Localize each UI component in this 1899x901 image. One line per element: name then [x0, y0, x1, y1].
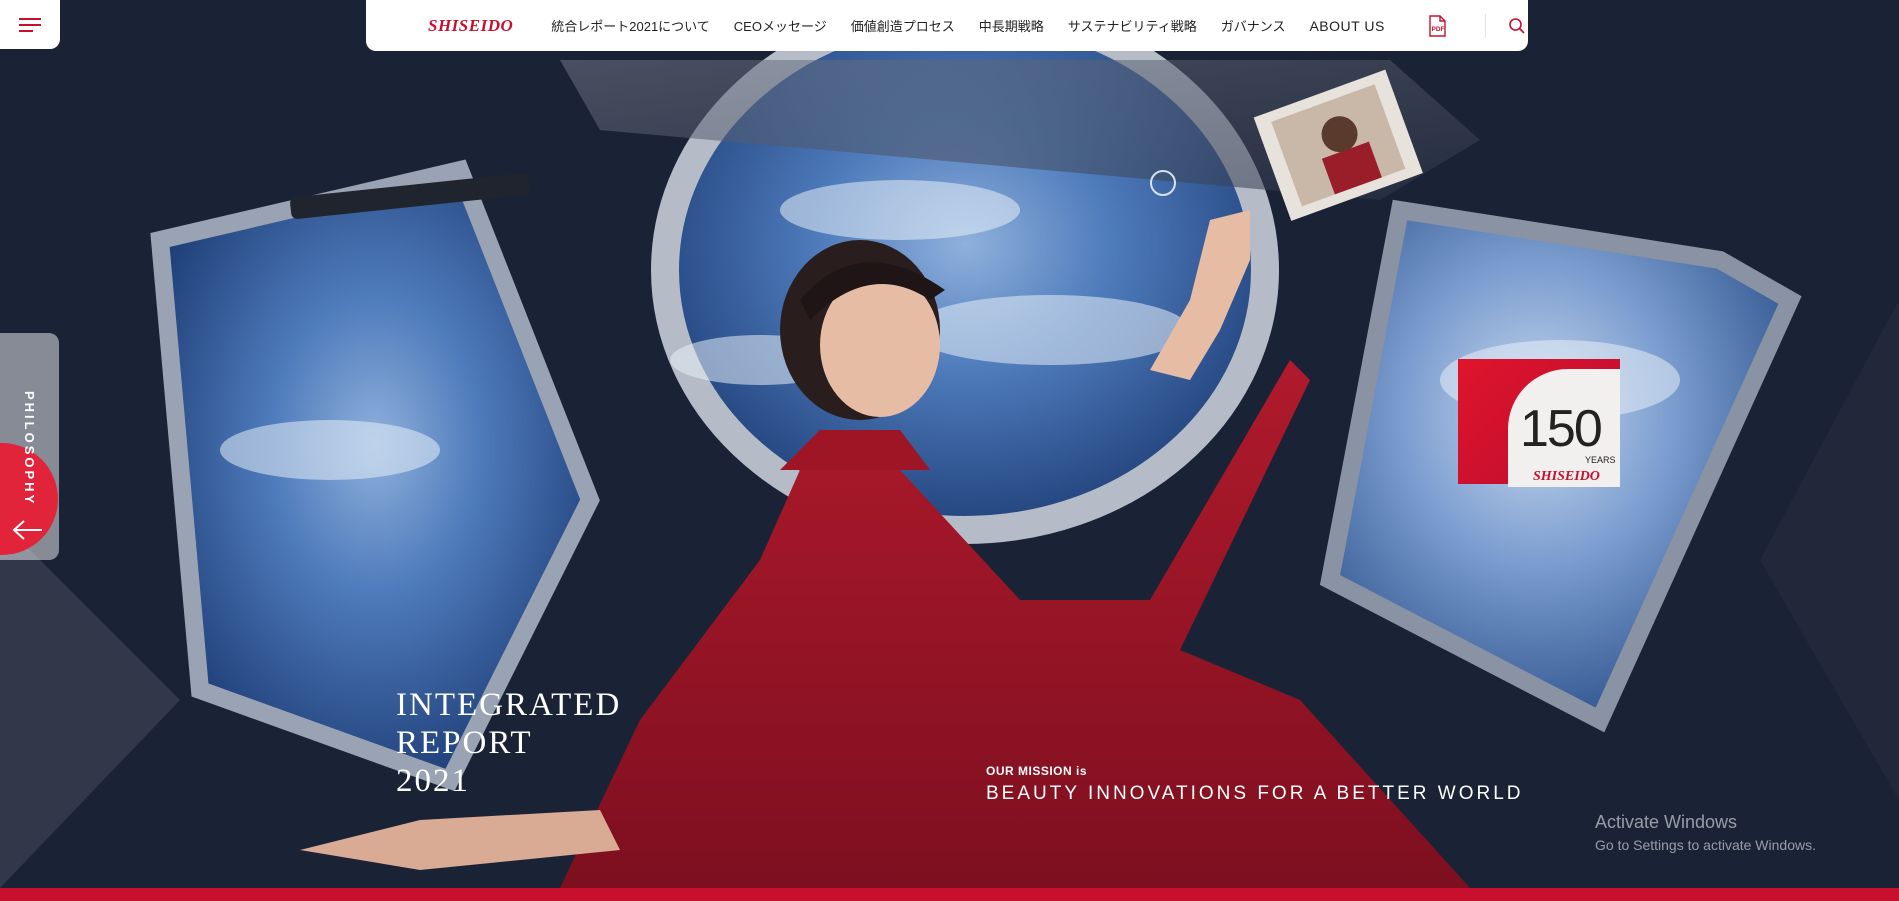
badge-unit: YEARS	[1585, 455, 1616, 465]
watermark-title: Activate Windows	[1595, 812, 1738, 832]
arrow-left-icon	[12, 520, 42, 540]
philosophy-tab[interactable]: PHILOSOPHY	[0, 333, 59, 560]
nav-menu: 統合レポート2021について CEOメッセージ 価値創造プロセス 中長期戦略 サ…	[551, 16, 1409, 35]
badge-logo: SHISEIDO	[1533, 469, 1600, 484]
hero-title-line-2: REPORT	[396, 725, 533, 761]
mission-text: BEAUTY INNOVATIONS FOR A BETTER WORLD	[986, 783, 1524, 804]
nav-item-sustainability[interactable]: サステナビリティ戦略	[1068, 16, 1197, 35]
nav-item-ceo-message[interactable]: CEOメッセージ	[734, 16, 827, 35]
nav-item-about-us[interactable]: ABOUT US	[1309, 18, 1384, 34]
philosophy-label: PHILOSOPHY	[22, 391, 37, 507]
hero-title-line-1: INTEGRATED	[396, 687, 622, 723]
pdf-icon: PDF	[1429, 14, 1446, 37]
menu-button[interactable]	[0, 0, 60, 49]
nav-item-mid-long-strategy[interactable]: 中長期戦略	[979, 16, 1044, 35]
top-navbar: SHISEIDO 統合レポート2021について CEOメッセージ 価値創造プロセ…	[366, 0, 1528, 51]
shiseido-logo[interactable]: SHISEIDO	[428, 16, 513, 36]
nav-item-value-creation[interactable]: 価値創造プロセス	[851, 16, 955, 35]
hero-title: INTEGRATED REPORT 2021	[396, 686, 621, 800]
badge-number: 150	[1520, 400, 1603, 458]
mission-statement: OUR MISSION is BEAUTY INNOVATIONS FOR A …	[986, 764, 1524, 805]
nav-divider	[1484, 13, 1486, 38]
search-icon	[1508, 17, 1525, 34]
bottom-accent-bar	[0, 888, 1899, 901]
150-years-badge: 150 YEARS SHISEIDO	[1458, 359, 1620, 489]
pdf-download-button[interactable]: PDF	[1427, 14, 1447, 37]
watermark-subtitle: Go to Settings to activate Windows.	[1595, 837, 1816, 853]
hero-title-line-3: 2021	[396, 763, 470, 799]
hamburger-menu-icon	[19, 17, 41, 32]
svg-text:PDF: PDF	[1431, 26, 1444, 33]
mission-intro: OUR MISSION is	[986, 764, 1088, 778]
search-button[interactable]	[1508, 17, 1526, 35]
activate-windows-watermark: Activate Windows Go to Settings to activ…	[1595, 812, 1816, 853]
nav-item-about-report[interactable]: 統合レポート2021について	[551, 16, 710, 35]
nav-item-governance[interactable]: ガバナンス	[1221, 16, 1286, 35]
